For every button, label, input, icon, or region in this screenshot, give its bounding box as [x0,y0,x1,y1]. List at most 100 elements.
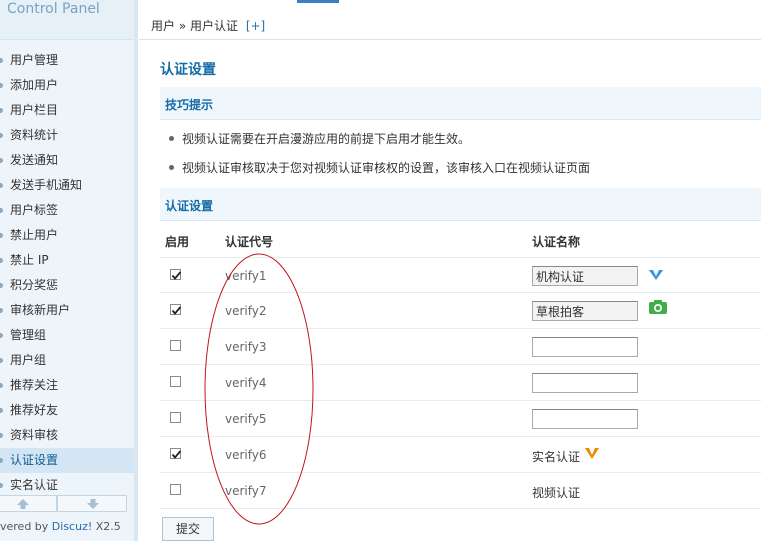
verify-name-input[interactable] [532,337,638,357]
bullet-icon [169,165,174,170]
column-header-code: 认证代号 [225,235,274,249]
enable-checkbox[interactable] [170,269,182,280]
sidebar-item[interactable]: 认证设置 [0,448,134,473]
bullet-icon [0,308,3,313]
v-orange-icon[interactable] [584,447,600,463]
sidebar-item[interactable]: 发送手机通知 [0,173,134,198]
sidebar-item[interactable]: 用户栏目 [0,98,134,123]
tip-text: 视频认证审核取决于您对视频认证审核权的设置，该审核入口在视频认证页面 [182,161,591,175]
verify-name-input[interactable] [532,266,638,286]
sidebar-item[interactable]: 用户组 [0,348,134,373]
bullet-icon [0,258,3,263]
scroll-down-button[interactable] [57,495,127,512]
bullet-icon [0,183,3,188]
powered-by-brand[interactable]: Discuz! [52,520,92,533]
bullet-icon [0,233,3,238]
sidebar-item-label: 发送通知 [10,153,59,167]
top-bar: 用户 » 用户认证 [+] [139,0,761,40]
powered-by-label: vered by [0,520,52,533]
active-nav-indicator [297,0,339,3]
breadcrumb: 用户 » 用户认证 [+] [151,17,265,34]
sidebar-item[interactable]: 禁止 IP [0,248,134,273]
bullet-icon [0,158,3,163]
verify-name-input[interactable] [532,409,638,429]
sidebar-item-label: 用户栏目 [10,103,59,117]
check-icon [171,450,182,459]
sidebar-divider [134,0,138,541]
enable-checkbox[interactable] [170,376,181,387]
enable-checkbox[interactable] [170,448,182,459]
bullet-icon [0,358,3,363]
powered-by-version: X2.5 [92,520,121,533]
bullet-icon [0,133,3,138]
sidebar-item-label: 审核新用户 [10,303,71,317]
sidebar-item-label: 禁止用户 [10,228,59,242]
enable-checkbox[interactable] [170,484,181,495]
sidebar-item[interactable]: 添加用户 [0,73,134,98]
tips-header: 技巧提示 [160,87,761,120]
scroll-up-button[interactable] [0,495,57,512]
verify-name-input[interactable] [532,301,638,321]
logo: Control Panel [0,0,137,40]
bullet-icon [169,136,174,141]
control-panel-page: Control Panel 用户管理添加用户用户栏目资料统计发送通知发送手机通知… [0,0,761,541]
bullet-icon [0,483,3,488]
sidebar-item[interactable]: 禁止用户 [0,223,134,248]
arrow-down-icon [87,499,99,509]
verify-name-input[interactable] [532,373,638,393]
bullet-icon [0,458,3,463]
bullet-icon [0,408,3,413]
page-title: 认证设置 [160,62,216,78]
sidebar-item[interactable]: 审核新用户 [0,298,134,323]
sidebar-item-label: 管理组 [10,328,47,342]
arrow-up-icon [17,499,29,509]
camera-green-icon[interactable] [648,299,668,318]
column-header-enabled: 启用 [165,235,190,249]
verify-name-text: 视频认证 [532,486,581,500]
v-blue-icon[interactable] [648,269,664,284]
sidebar-item-label: 推荐关注 [10,378,59,392]
settings-section-header: 认证设置 [160,188,761,221]
sidebar-item-label: 用户组 [10,353,47,367]
check-icon [171,306,182,315]
column-header-name: 认证名称 [532,235,581,249]
enable-checkbox[interactable] [170,340,181,351]
bullet-icon [0,333,3,338]
tip-item: 视频认证审核取决于您对视频认证审核权的设置，该审核入口在视频认证页面 [169,159,590,176]
annotation-ellipse [204,253,314,525]
tip-item: 视频认证需要在开启漫游应用的前提下启用才能生效。 [169,130,470,147]
check-icon [171,271,182,280]
sidebar-item[interactable]: 推荐好友 [0,398,134,423]
breadcrumb-text: 用户 » 用户认证 [151,19,238,33]
tip-text: 视频认证需要在开启漫游应用的前提下启用才能生效。 [182,132,471,146]
sidebar: Control Panel 用户管理添加用户用户栏目资料统计发送通知发送手机通知… [0,0,137,541]
bullet-icon [0,83,3,88]
sidebar-item[interactable]: 用户管理 [0,48,134,73]
tips-title: 技巧提示 [165,98,214,112]
bullet-icon [0,383,3,388]
bullet-icon [0,433,3,438]
sidebar-item[interactable]: 用户标签 [0,198,134,223]
sidebar-item-label: 添加用户 [10,78,59,92]
sidebar-item[interactable]: 资料统计 [0,123,134,148]
sidebar-item-label: 禁止 IP [10,253,49,267]
enable-checkbox[interactable] [170,412,181,423]
bullet-icon [0,108,3,113]
bullet-icon [0,58,3,63]
sidebar-item-label: 积分奖惩 [10,278,59,292]
sidebar-item[interactable]: 推荐关注 [0,373,134,398]
sidebar-item-label: 实名认证 [10,478,59,492]
logo-text: Control Panel [7,1,100,17]
sidebar-item[interactable]: 管理组 [0,323,134,348]
bullet-icon [0,283,3,288]
sidebar-scroll-buttons [0,495,128,513]
sidebar-item[interactable]: 积分奖惩 [0,273,134,298]
enable-checkbox[interactable] [170,304,182,315]
sidebar-item[interactable]: 资料审核 [0,423,134,448]
sidebar-item-label: 资料统计 [10,128,59,142]
add-shortcut-link[interactable]: [+] [246,19,265,33]
sidebar-item-label: 用户管理 [10,53,59,67]
sidebar-item-label: 认证设置 [10,453,59,467]
sidebar-item[interactable]: 发送通知 [0,148,134,173]
sidebar-item-label: 资料审核 [10,428,59,442]
